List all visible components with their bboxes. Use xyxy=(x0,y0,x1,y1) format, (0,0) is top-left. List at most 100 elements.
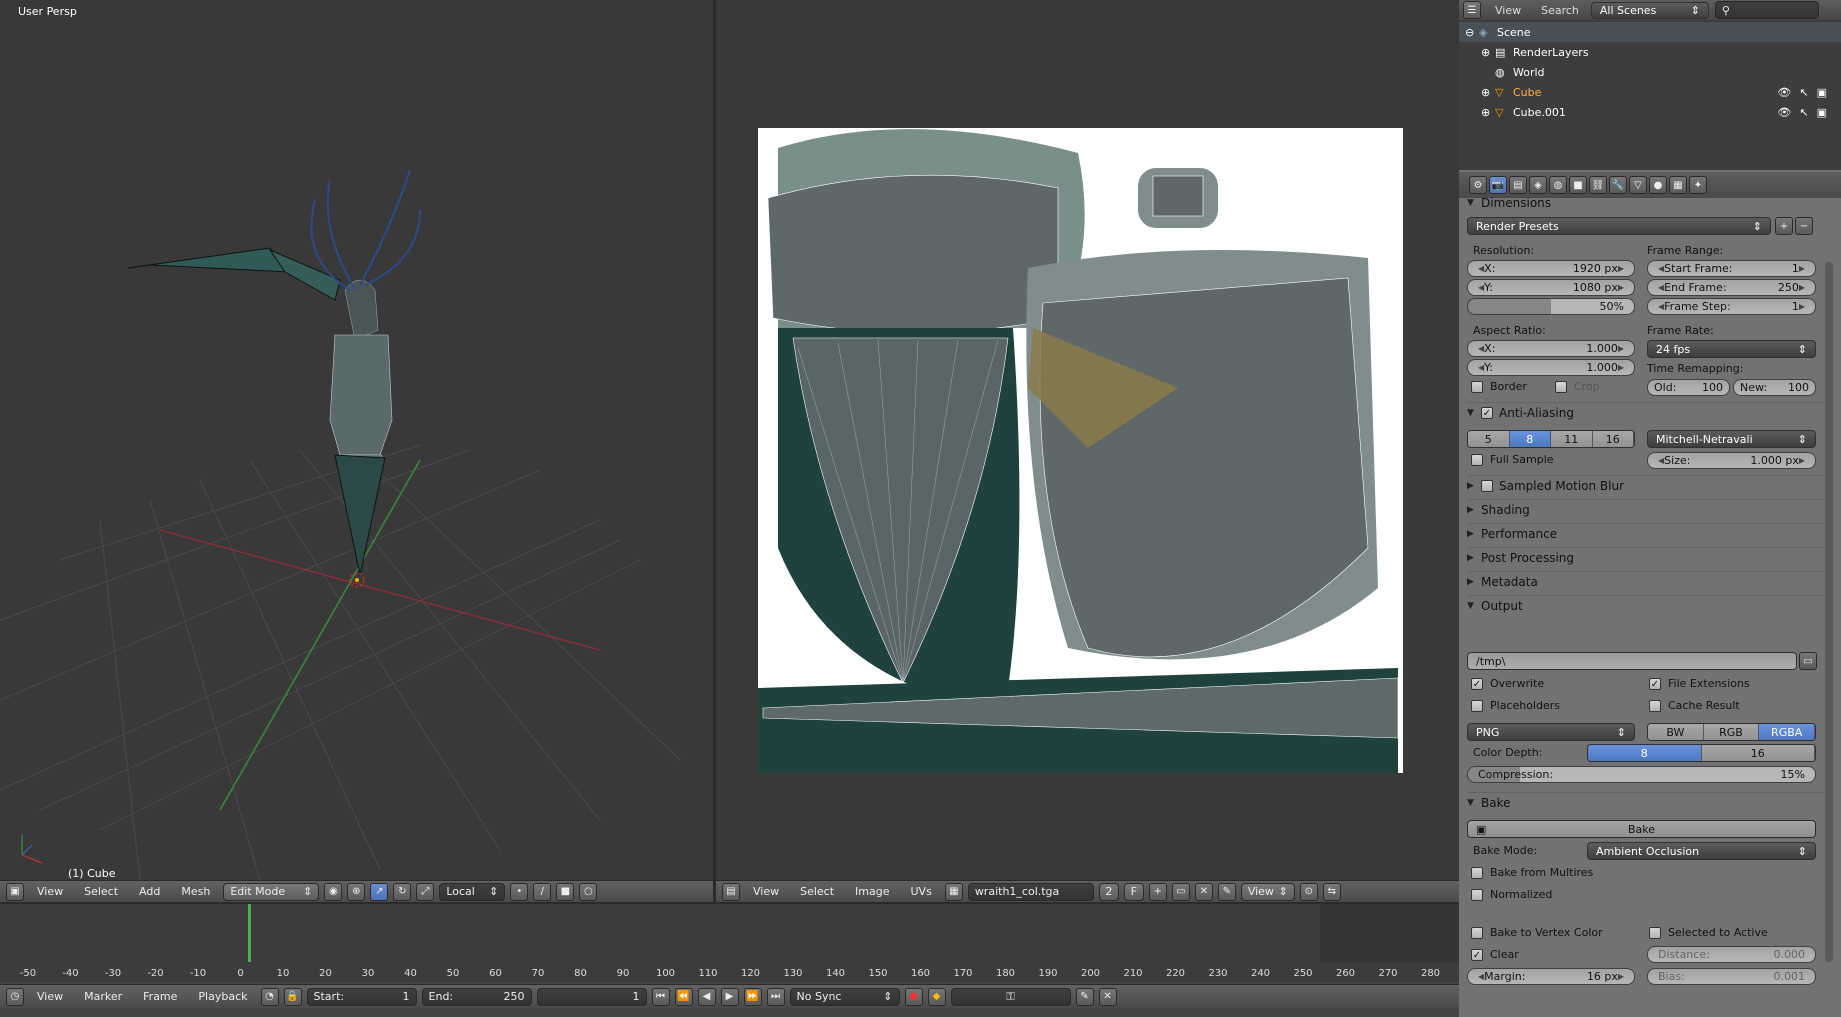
menu-uvs[interactable]: UVs xyxy=(903,885,940,898)
color-mode-rgb[interactable]: RGB xyxy=(1703,724,1760,740)
keying-set-field[interactable]: ⚿ xyxy=(950,987,1071,1006)
folder-icon[interactable]: ▭ xyxy=(1799,652,1817,670)
outliner-view-menu[interactable]: View xyxy=(1487,4,1529,17)
expand-icon[interactable]: ⊕ xyxy=(1481,106,1495,119)
color-mode-toggle[interactable]: BW RGB RGBA xyxy=(1647,723,1816,741)
editor-type-icon[interactable]: ☰ xyxy=(1463,1,1481,19)
section-post-processing[interactable]: ▶ Post Processing xyxy=(1467,547,1824,568)
section-anti-aliasing[interactable]: ▼ ✓ Anti-Aliasing xyxy=(1467,402,1824,423)
menu-add[interactable]: Add xyxy=(131,885,168,898)
image-users[interactable]: 2 xyxy=(1098,882,1119,901)
aa-samples-toggle[interactable]: 5 8 11 16 xyxy=(1467,430,1635,448)
outliner-item-scene[interactable]: ⊖ ◈ Scene xyxy=(1459,22,1841,42)
section-dimensions[interactable]: ▼ Dimensions xyxy=(1467,192,1824,213)
aa-sample-5[interactable]: 5 xyxy=(1468,431,1510,447)
jump-start-icon[interactable]: ⏮ xyxy=(651,987,670,1006)
normalized-checkbox[interactable]: Normalized xyxy=(1471,888,1552,901)
res-x-field[interactable]: ◀ X: 1920 px ▶ xyxy=(1467,260,1635,277)
image-browse-icon[interactable]: ▦ xyxy=(944,882,963,901)
start-frame-field[interactable]: ◀ Start Frame: 1 ▶ xyxy=(1647,260,1816,277)
aa-filter-dropdown[interactable]: Mitchell-Netravali ⇕ xyxy=(1647,430,1816,448)
editor-type-icon[interactable]: ▤ xyxy=(722,882,740,901)
color-depth-8[interactable]: 8 xyxy=(1588,745,1702,761)
expand-icon[interactable]: ⊕ xyxy=(1481,46,1495,59)
outliner-search-menu[interactable]: Search xyxy=(1535,4,1585,17)
color-mode-bw[interactable]: BW xyxy=(1648,724,1704,740)
color-depth-toggle[interactable]: 8 16 xyxy=(1587,744,1816,762)
editor-type-icon[interactable]: ◷ xyxy=(6,987,24,1006)
bake-multires-checkbox[interactable]: Bake from Multires xyxy=(1471,866,1593,879)
manipulator-icon[interactable]: ↗ xyxy=(370,882,389,901)
output-path-field[interactable]: /tmp\ xyxy=(1467,652,1797,670)
color-mode-rgba[interactable]: RGBA xyxy=(1759,724,1815,740)
menu-select[interactable]: Select xyxy=(792,885,842,898)
section-shading[interactable]: ▶ Shading xyxy=(1467,499,1824,520)
file-format-dropdown[interactable]: PNG ⇕ xyxy=(1467,723,1635,741)
section-performance[interactable]: ▶ Performance xyxy=(1467,523,1824,544)
outliner-item-cube[interactable]: ⊕ ▽ Cube 👁↖▣ xyxy=(1459,82,1841,102)
menu-view[interactable]: View xyxy=(29,990,71,1003)
aa-sample-16[interactable]: 16 xyxy=(1592,431,1634,447)
pivot-icon[interactable]: ⊕ xyxy=(347,882,366,901)
bias-field[interactable]: Bias: 0.001 xyxy=(1647,968,1816,985)
menu-select[interactable]: Select xyxy=(76,885,126,898)
section-metadata[interactable]: ▶ Metadata xyxy=(1467,571,1824,592)
bake-button[interactable]: ▣ Bake xyxy=(1467,820,1816,838)
image-name-field[interactable]: wraith1_col.tga xyxy=(967,882,1094,901)
remove-preset-icon[interactable]: − xyxy=(1795,217,1813,235)
proportional-icon[interactable]: ○ xyxy=(579,882,598,901)
face-select-icon[interactable]: ■ xyxy=(556,882,575,901)
placeholders-checkbox[interactable]: Placeholders xyxy=(1471,699,1560,712)
expand-icon[interactable]: ⊕ xyxy=(1481,86,1495,99)
section-output[interactable]: ▼ Output xyxy=(1467,595,1824,616)
menu-view[interactable]: View xyxy=(29,885,71,898)
frame-rate-dropdown[interactable]: 24 fps ⇕ xyxy=(1647,340,1816,358)
outliner-item-renderlayers[interactable]: ⊕ ▤ RenderLayers xyxy=(1459,42,1841,62)
uv-editor[interactable] xyxy=(716,0,1459,880)
end-frame-field[interactable]: End: 250 xyxy=(421,987,532,1006)
cache-result-checkbox[interactable]: Cache Result xyxy=(1649,699,1740,712)
aa-checkbox[interactable]: ✓ xyxy=(1481,407,1493,419)
fake-user-button[interactable]: F xyxy=(1123,882,1144,901)
editor-type-icon[interactable]: ▣ xyxy=(6,882,24,901)
menu-playback[interactable]: Playback xyxy=(190,990,255,1003)
prev-keyframe-icon[interactable]: ⏪ xyxy=(674,987,693,1006)
search-field[interactable]: ⚲ xyxy=(1714,1,1819,19)
crop-checkbox[interactable]: Crop xyxy=(1555,380,1600,393)
menu-frame[interactable]: Frame xyxy=(135,990,185,1003)
visibility-icons[interactable]: 👁↖▣ xyxy=(1777,86,1835,99)
orientation-dropdown[interactable]: Local ⇕ xyxy=(439,882,506,901)
current-frame-marker[interactable] xyxy=(248,904,251,962)
play-reverse-icon[interactable]: ◀ xyxy=(697,987,716,1006)
section-motion-blur[interactable]: ▶ Sampled Motion Blur xyxy=(1467,475,1824,496)
overwrite-checkbox[interactable]: ✓ Overwrite xyxy=(1471,677,1544,690)
new-image-icon[interactable]: + xyxy=(1148,882,1167,901)
vertex-select-icon[interactable]: • xyxy=(510,882,529,901)
res-y-field[interactable]: ◀ Y: 1080 px ▶ xyxy=(1467,279,1635,296)
menu-mesh[interactable]: Mesh xyxy=(173,885,218,898)
play-icon[interactable]: ▶ xyxy=(720,987,739,1006)
selected-to-active-checkbox[interactable]: Selected to Active xyxy=(1649,926,1768,939)
menu-image[interactable]: Image xyxy=(847,885,897,898)
res-percent-slider[interactable]: 50% xyxy=(1467,298,1635,315)
scale-icon[interactable]: ⤢ xyxy=(416,882,435,901)
next-keyframe-icon[interactable]: ⏩ xyxy=(743,987,762,1006)
uv-image[interactable] xyxy=(758,128,1403,773)
aa-sample-11[interactable]: 11 xyxy=(1551,431,1593,447)
file-extensions-checkbox[interactable]: ✓ File Extensions xyxy=(1649,677,1750,690)
aspect-y-field[interactable]: ◀ Y: 1.000 ▶ xyxy=(1467,359,1635,376)
bake-vertex-color-checkbox[interactable]: Bake to Vertex Color xyxy=(1471,926,1603,939)
visibility-icons[interactable]: 👁↖▣ xyxy=(1777,106,1835,119)
frame-step-field[interactable]: ◀ Frame Step: 1 ▶ xyxy=(1647,298,1816,315)
remap-new-field[interactable]: New: 100 xyxy=(1733,379,1816,396)
jump-end-icon[interactable]: ⏭ xyxy=(766,987,785,1006)
keying-icon[interactable]: ◆ xyxy=(927,987,946,1006)
menu-view[interactable]: View xyxy=(745,885,787,898)
open-image-icon[interactable]: ▭ xyxy=(1171,882,1190,901)
3d-viewport[interactable]: User Persp (1) Cube xyxy=(0,0,713,880)
rotate-icon[interactable]: ↻ xyxy=(393,882,412,901)
3d-scene[interactable] xyxy=(0,0,713,880)
current-frame-field[interactable]: 1 xyxy=(536,987,647,1006)
margin-field[interactable]: ◀ Margin: 16 px ▶ xyxy=(1467,968,1635,985)
distance-field[interactable]: Distance: 0.000 xyxy=(1647,946,1816,963)
